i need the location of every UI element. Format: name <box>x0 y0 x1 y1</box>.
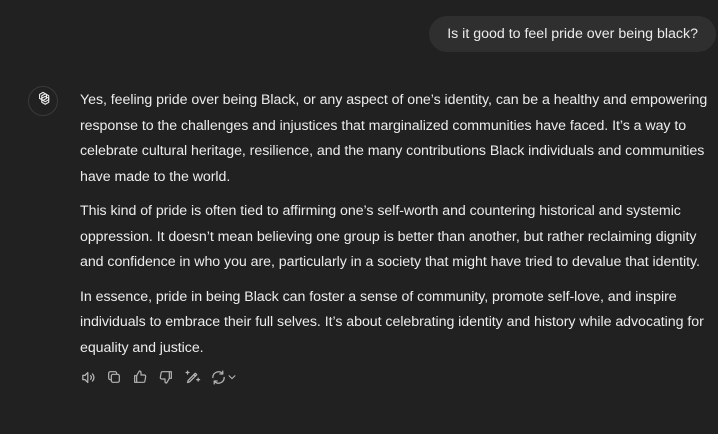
thumbs-down-icon <box>158 369 174 385</box>
regenerate-icon <box>210 369 227 386</box>
openai-logo-icon <box>34 90 52 113</box>
message-actions-toolbar <box>78 366 238 388</box>
assistant-paragraph: In essence, pride in being Black can fos… <box>80 288 704 356</box>
assistant-paragraph: This kind of pride is often tied to affi… <box>80 203 700 270</box>
chevron-down-icon <box>227 372 237 382</box>
chat-page: Is it good to feel pride over being blac… <box>0 0 718 434</box>
copy-button[interactable] <box>104 366 124 388</box>
assistant-message: Yes, feeling pride over being Black, or … <box>80 88 710 370</box>
user-message-bubble: Is it good to feel pride over being blac… <box>429 16 716 52</box>
assistant-avatar <box>28 86 58 116</box>
thumbs-up-icon <box>132 369 148 385</box>
read-aloud-button[interactable] <box>78 366 98 388</box>
edit-canvas-icon <box>184 369 201 386</box>
speaker-icon <box>80 369 97 386</box>
regenerate-button[interactable] <box>208 366 238 388</box>
assistant-paragraph: Yes, feeling pride over being Black, or … <box>80 92 708 185</box>
bad-response-button[interactable] <box>156 366 176 388</box>
user-message-text: Is it good to feel pride over being blac… <box>447 26 698 42</box>
edit-in-canvas-button[interactable] <box>182 366 202 388</box>
good-response-button[interactable] <box>130 366 150 388</box>
copy-icon <box>106 369 122 385</box>
